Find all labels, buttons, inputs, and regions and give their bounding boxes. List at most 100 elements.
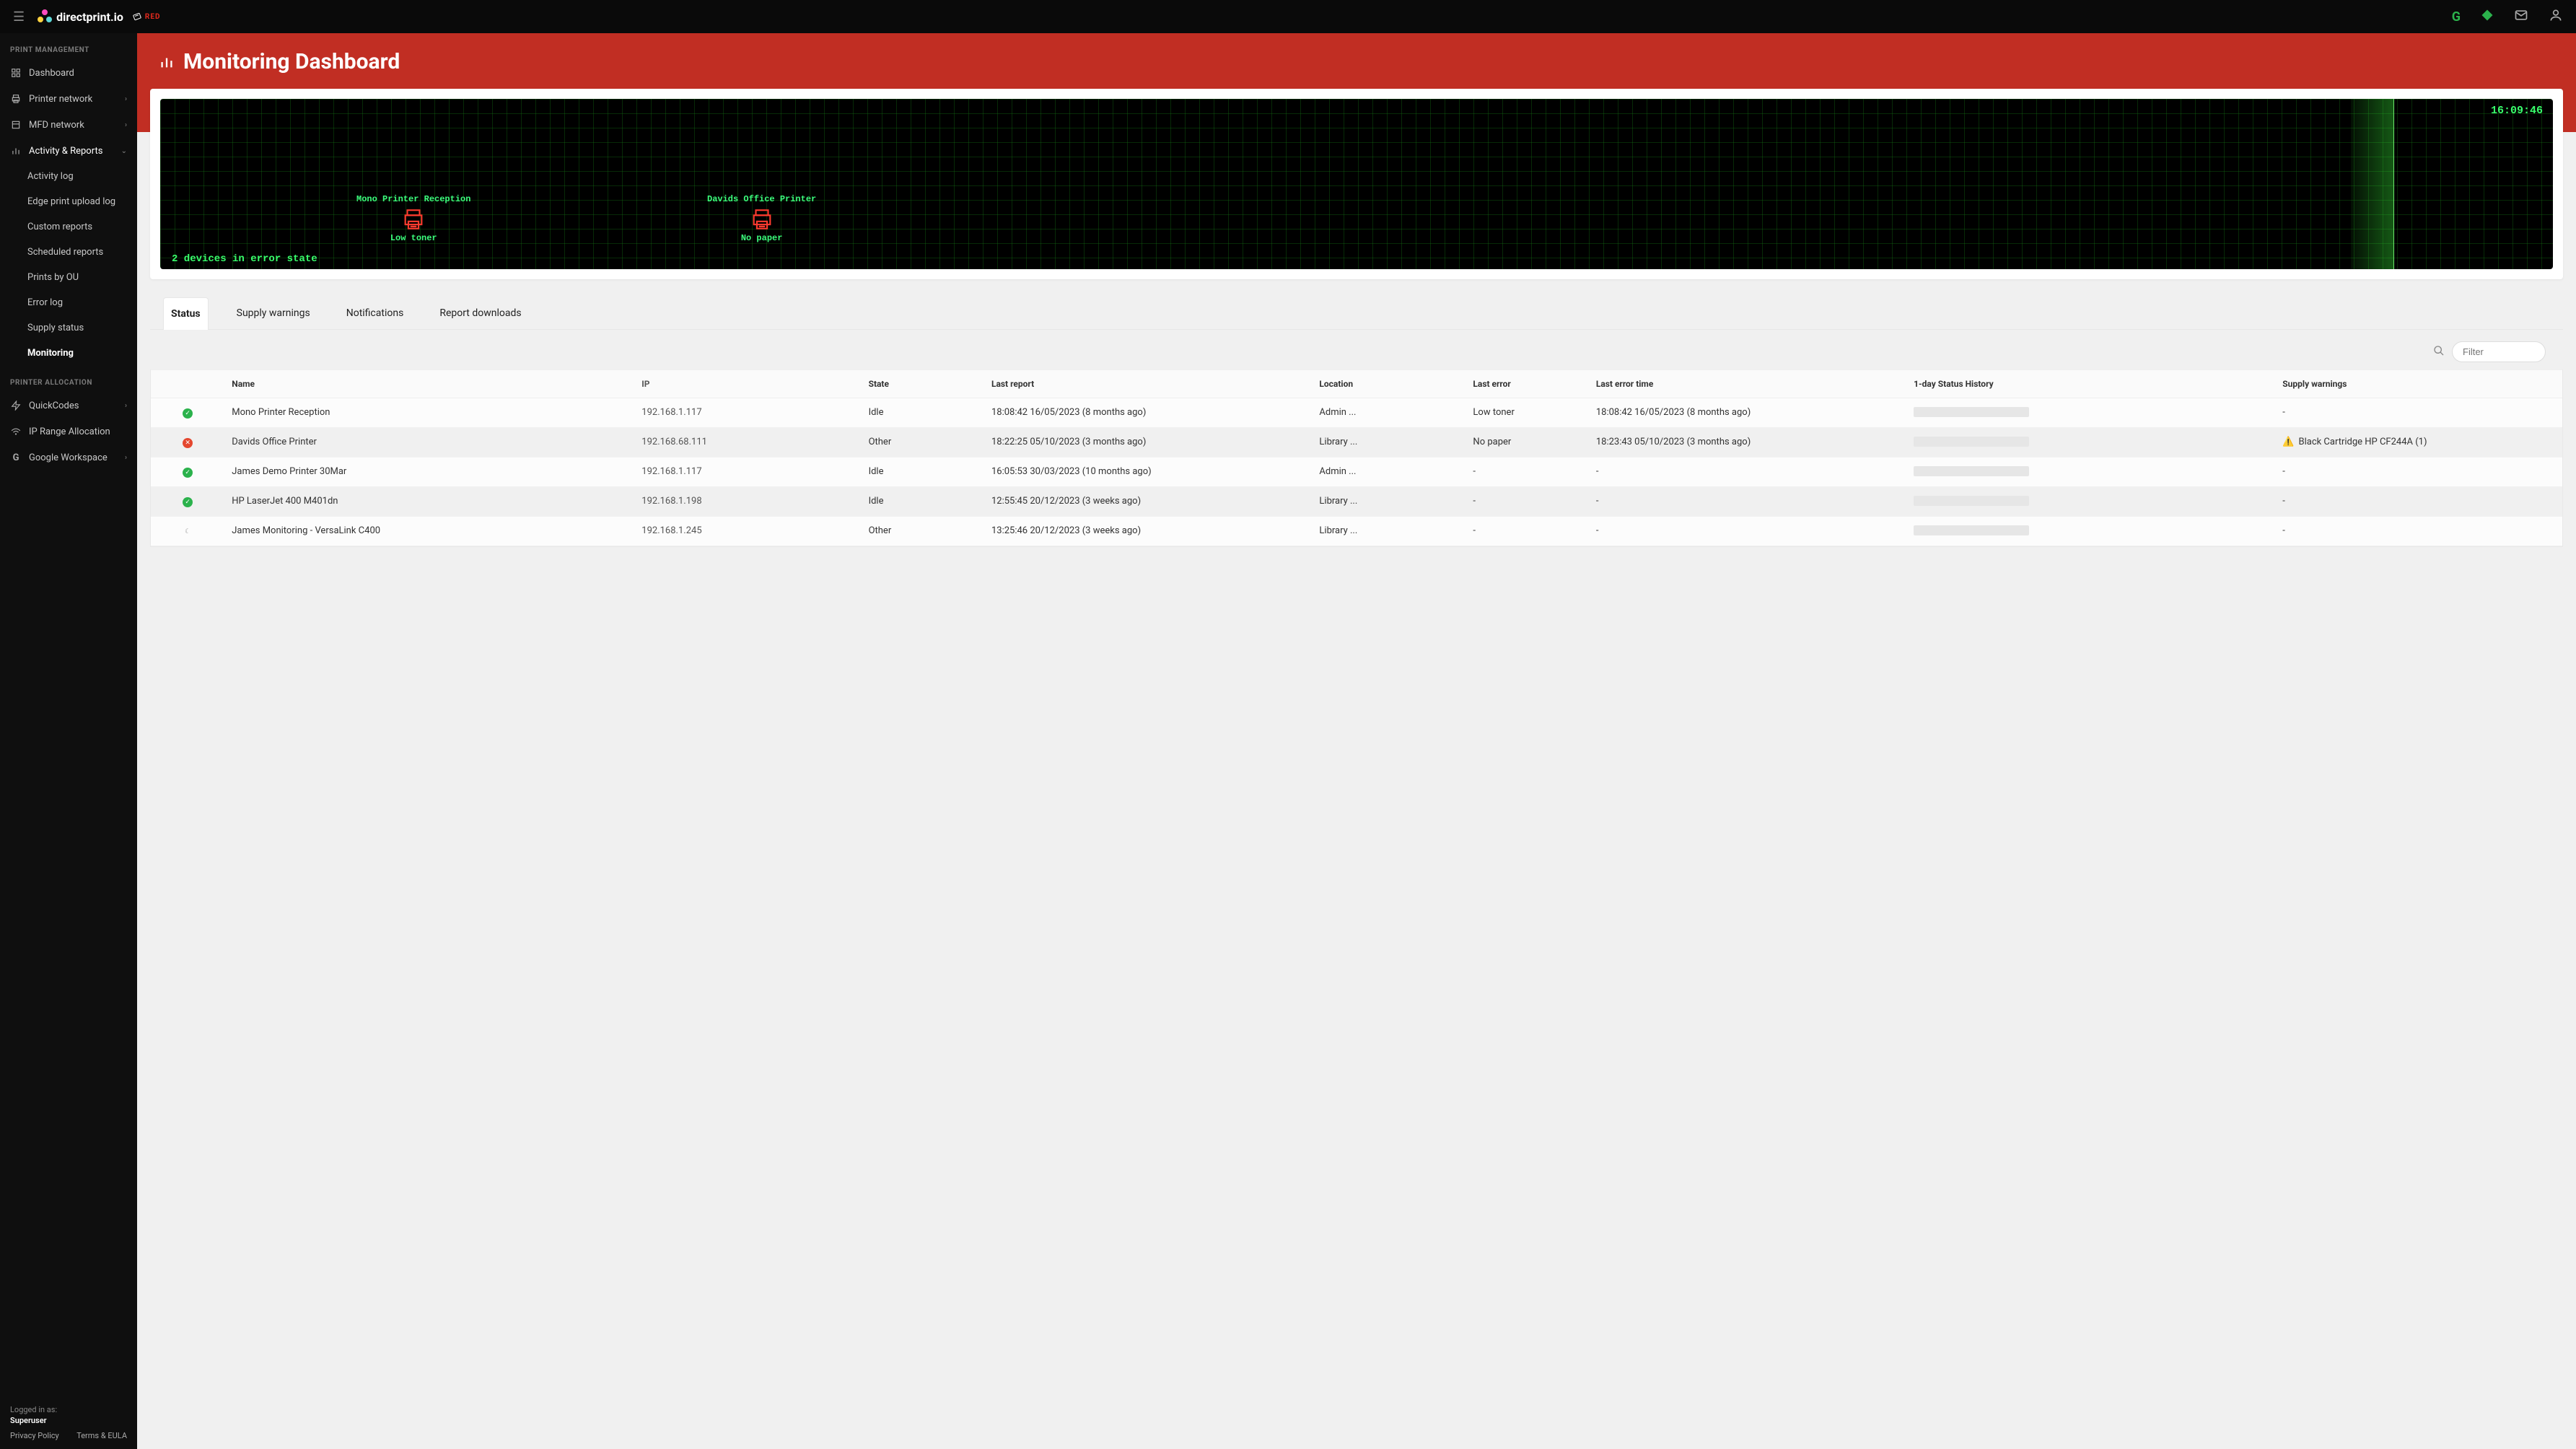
cell-location: Admin ...: [1312, 398, 1466, 428]
cell-history: [1906, 398, 2275, 428]
cell-last-error: Low toner: [1466, 398, 1588, 428]
radar-summary: 2 devices in error state: [172, 253, 317, 265]
printer-alert-icon: [750, 207, 774, 232]
status-ok-icon: ✓: [183, 497, 193, 507]
table-row[interactable]: ✓HP LaserJet 400 M401dn192.168.1.198Idle…: [151, 487, 2562, 517]
terms-link[interactable]: Terms & EULA: [76, 1431, 127, 1440]
sidebar-item-ip-range[interactable]: IP Range Allocation: [0, 419, 137, 445]
filter-input[interactable]: [2452, 341, 2546, 362]
cell-supply: -: [2275, 487, 2562, 517]
cell-last-error-time: 18:23:43 05/10/2023 (3 months ago): [1589, 428, 1906, 458]
sidebar-section-print-mgmt: PRINT MANAGEMENT: [0, 33, 137, 60]
cell-ip: 192.168.1.245: [634, 517, 861, 546]
google-icon[interactable]: G: [2452, 9, 2461, 25]
tab-status[interactable]: Status: [163, 297, 209, 330]
status-table: Name IP State Last report Location Last …: [150, 369, 2563, 547]
mfd-icon: [10, 119, 22, 131]
sidebar-item-quickcodes[interactable]: QuickCodes ›: [0, 393, 137, 419]
sidebar-item-activity-reports[interactable]: Activity & Reports ⌄: [0, 138, 137, 164]
table-row[interactable]: ☾ James Monitoring - VersaLink C400192.16…: [151, 517, 2562, 546]
table-row[interactable]: ✓Mono Printer Reception192.168.1.117Idle…: [151, 398, 2562, 428]
tab-notifications[interactable]: Notifications: [338, 297, 412, 329]
history-bar: [1914, 407, 2029, 417]
th-location[interactable]: Location: [1312, 370, 1466, 398]
th-supply[interactable]: Supply warnings: [2275, 370, 2562, 398]
cell-state: Idle: [862, 458, 984, 487]
sidebar-item-mfd-network[interactable]: MFD network ›: [0, 112, 137, 138]
main-content: Monitoring Dashboard 16:09:46 Mono Print…: [137, 33, 2576, 1449]
cell-last-error: -: [1466, 458, 1588, 487]
sidebar-sub-activity-log[interactable]: Activity log: [0, 164, 137, 189]
sidebar-sub-error-log[interactable]: Error log: [0, 290, 137, 315]
chevron-down-icon: ⌄: [121, 147, 127, 155]
cell-ip: 192.168.68.111: [634, 428, 861, 458]
cell-state: Other: [862, 428, 984, 458]
cell-last-error: -: [1466, 487, 1588, 517]
cell-last-error: No paper: [1466, 428, 1588, 458]
warning-icon: ⚠️: [2282, 437, 2294, 447]
tabs: Status Supply warnings Notifications Rep…: [150, 292, 2563, 330]
cell-last-report: 13:25:46 20/12/2023 (3 weeks ago): [984, 517, 1312, 546]
brand-logo[interactable]: directprint.io RED: [38, 9, 160, 24]
topbar-actions: G: [2452, 8, 2563, 25]
th-name[interactable]: Name: [224, 370, 634, 398]
sidebar-item-printer-network[interactable]: Printer network ›: [0, 86, 137, 112]
brand-name: directprint.io: [56, 10, 123, 24]
hamburger-icon[interactable]: ☰: [13, 9, 25, 25]
cell-last-report: 18:08:42 16/05/2023 (8 months ago): [984, 398, 1312, 428]
tab-supply-warnings[interactable]: Supply warnings: [229, 297, 318, 329]
chevron-right-icon: ›: [125, 121, 127, 129]
cell-supply: -: [2275, 398, 2562, 428]
sidebar-item-dashboard[interactable]: Dashboard: [0, 60, 137, 86]
sidebar-item-label: IP Range Allocation: [29, 426, 110, 437]
sidebar-item-label: Printer network: [29, 94, 92, 105]
sidebar-item-google-workspace[interactable]: G Google Workspace ›: [0, 445, 137, 470]
radar-panel: 16:09:46 Mono Printer Reception Low tone…: [150, 89, 2563, 279]
status-unknown-icon: ☾: [183, 527, 193, 537]
sidebar-item-label: QuickCodes: [29, 400, 79, 411]
th-history[interactable]: 1-day Status History: [1906, 370, 2275, 398]
th-state[interactable]: State: [862, 370, 984, 398]
printer-alert-icon: [401, 207, 426, 232]
cell-history: [1906, 487, 2275, 517]
table-row[interactable]: ✓James Demo Printer 30Mar192.168.1.117Id…: [151, 458, 2562, 487]
cell-state: Other: [862, 517, 984, 546]
cell-last-error-time: -: [1589, 487, 1906, 517]
history-bar: [1914, 525, 2029, 535]
table-row[interactable]: ✕Davids Office Printer192.168.68.111Othe…: [151, 428, 2562, 458]
cell-location: Library ...: [1312, 487, 1466, 517]
wifi-icon: [10, 426, 22, 437]
chart-icon: [10, 145, 22, 157]
radar-alert-item[interactable]: Davids Office Printer No paper: [707, 194, 816, 243]
diamond-icon[interactable]: [2481, 9, 2494, 25]
radar-alert-item[interactable]: Mono Printer Reception Low toner: [356, 194, 470, 243]
cell-name: Mono Printer Reception: [224, 398, 634, 428]
sidebar-footer: Logged in as: Superuser Privacy Policy T…: [0, 1396, 137, 1449]
radar-alert-name: Mono Printer Reception: [356, 194, 470, 204]
th-last-report[interactable]: Last report: [984, 370, 1312, 398]
cell-history: [1906, 458, 2275, 487]
radar-alert-status: Low toner: [356, 233, 470, 243]
cell-supply: -: [2275, 517, 2562, 546]
google-icon: G: [10, 452, 22, 463]
cell-name: James Monitoring - VersaLink C400: [224, 517, 634, 546]
search-icon: [2433, 345, 2445, 359]
sidebar-sub-scheduled-reports[interactable]: Scheduled reports: [0, 240, 137, 265]
sidebar-sub-custom-reports[interactable]: Custom reports: [0, 214, 137, 240]
th-last-error[interactable]: Last error: [1466, 370, 1588, 398]
status-error-icon: ✕: [183, 438, 193, 448]
cell-history: [1906, 517, 2275, 546]
user-icon[interactable]: [2549, 8, 2563, 25]
tab-report-downloads[interactable]: Report downloads: [431, 297, 529, 329]
cell-location: Library ...: [1312, 517, 1466, 546]
sidebar-sub-monitoring[interactable]: Monitoring: [0, 341, 137, 366]
sidebar-sub-supply-status[interactable]: Supply status: [0, 315, 137, 341]
cell-last-error-time: -: [1589, 517, 1906, 546]
sidebar-item-label: Google Workspace: [29, 452, 108, 463]
sidebar-sub-prints-by-ou[interactable]: Prints by OU: [0, 265, 137, 290]
privacy-link[interactable]: Privacy Policy: [10, 1431, 59, 1440]
sidebar-sub-edge-print-upload-log[interactable]: Edge print upload log: [0, 189, 137, 214]
th-ip[interactable]: IP: [634, 370, 861, 398]
th-last-error-time[interactable]: Last error time: [1589, 370, 1906, 398]
mail-icon[interactable]: [2514, 8, 2528, 25]
